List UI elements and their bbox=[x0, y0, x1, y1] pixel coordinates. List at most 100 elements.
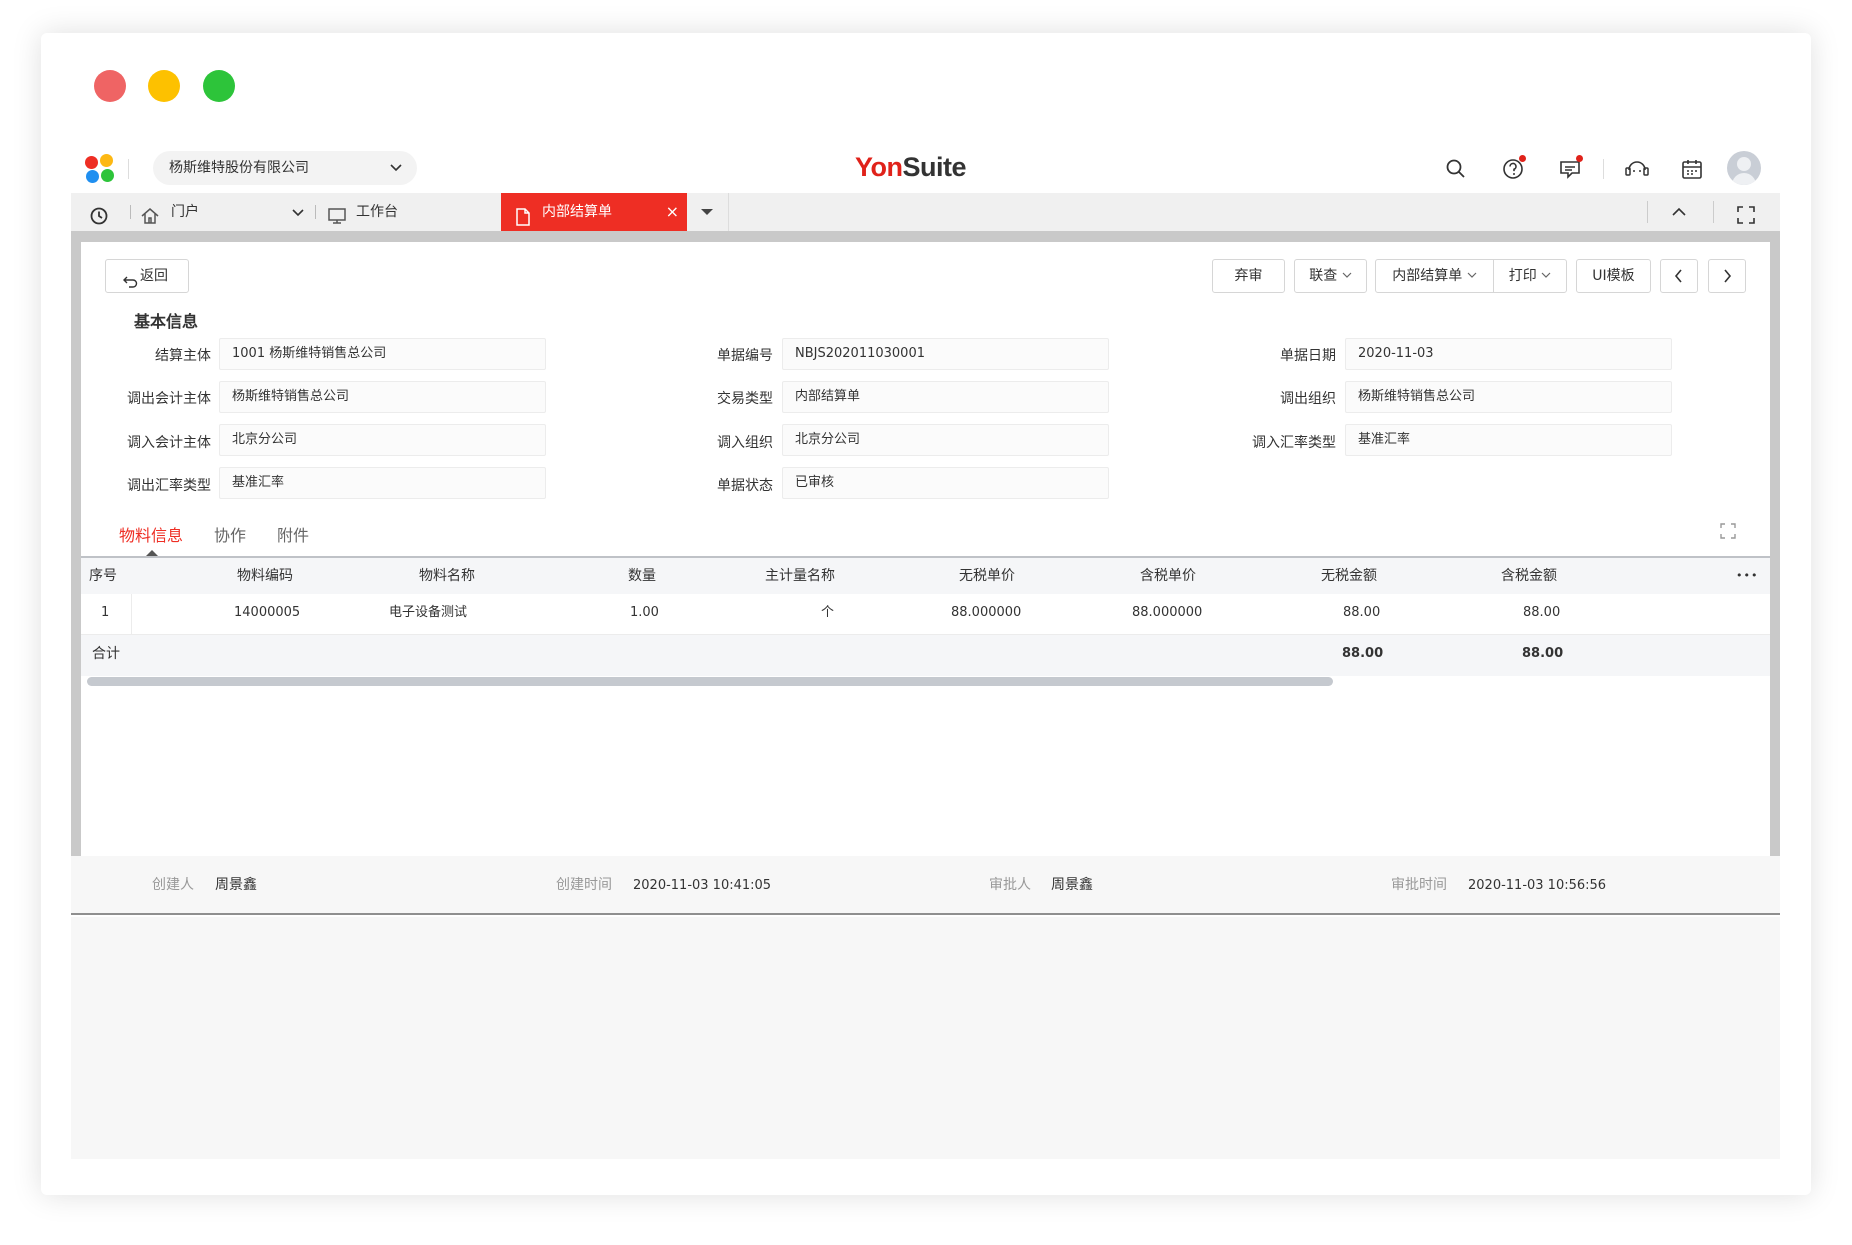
print-label: 打印 bbox=[1508, 268, 1537, 284]
back-button[interactable]: 返回 bbox=[105, 259, 189, 293]
collapse-up-chevron-icon[interactable] bbox=[1671, 193, 1687, 231]
history-icon[interactable] bbox=[89, 203, 109, 225]
chevron-down-icon bbox=[1541, 268, 1551, 284]
approved-time-label: 审批时间 bbox=[1391, 877, 1447, 893]
tab-internal-settlement[interactable]: 内部结算单 × bbox=[501, 193, 687, 231]
field-doc-status[interactable]: 已审核 bbox=[782, 467, 1109, 499]
cell-untaxed-amount: 88.00 bbox=[1343, 605, 1381, 620]
subtab-attachments[interactable]: 附件 bbox=[277, 522, 309, 546]
tab-active-label: 内部结算单 bbox=[542, 204, 612, 220]
cell-unit: 个 bbox=[821, 605, 835, 620]
home-icon[interactable] bbox=[140, 203, 160, 224]
approver-label: 审批人 bbox=[989, 877, 1031, 893]
field-doc-number[interactable]: NBJS202011030001 bbox=[782, 338, 1109, 370]
window-close-button[interactable] bbox=[94, 70, 126, 102]
cell-taxed-price: 88.000000 bbox=[1132, 605, 1203, 620]
approved-time-value: 2020-11-03 10:56:56 bbox=[1468, 878, 1607, 893]
tab-home-dropdown-chevron-icon[interactable] bbox=[291, 193, 305, 231]
return-arrow-icon bbox=[122, 269, 138, 301]
cell-material-code: 14000005 bbox=[234, 605, 301, 620]
horizontal-scrollbar[interactable] bbox=[87, 677, 1333, 686]
cell-quantity: 1.00 bbox=[630, 605, 659, 620]
field-out-org[interactable]: 杨斯维特销售总公司 bbox=[1345, 381, 1672, 413]
field-in-exchange-rate-type[interactable]: 基准汇率 bbox=[1345, 424, 1672, 456]
top-bar: 杨斯维特股份有限公司 YonSuite bbox=[71, 145, 1780, 193]
chevron-right-icon bbox=[1721, 269, 1733, 296]
tab-bar: 门户 工作台 内部结算单 × bbox=[71, 193, 1780, 231]
more-icon[interactable]: ••• bbox=[1736, 558, 1758, 594]
field-label: 调出组织 bbox=[1280, 391, 1336, 407]
created-time-label: 创建时间 bbox=[556, 877, 612, 893]
column-header[interactable]: 含税单价 bbox=[1140, 558, 1196, 594]
fullscreen-icon[interactable] bbox=[1736, 202, 1756, 224]
chevron-down-icon bbox=[1342, 268, 1352, 284]
chevron-left-icon bbox=[1673, 269, 1685, 296]
column-header[interactable]: 无税金额 bbox=[1321, 558, 1377, 594]
field-in-accounting-entity[interactable]: 北京分公司 bbox=[219, 424, 546, 456]
field-transaction-type[interactable]: 内部结算单 bbox=[782, 381, 1109, 413]
help-icon[interactable] bbox=[1499, 155, 1527, 183]
tab-home[interactable]: 门户 bbox=[171, 193, 199, 231]
column-header[interactable]: 序号 bbox=[89, 558, 117, 594]
table-row[interactable]: 1 14000005 电子设备测试 1.00 个 88.000000 88.00… bbox=[81, 594, 1770, 635]
monitor-icon[interactable] bbox=[327, 203, 347, 224]
field-out-exchange-rate-type[interactable]: 基准汇率 bbox=[219, 467, 546, 499]
chevron-down-icon bbox=[1467, 268, 1477, 284]
doc-menu-button[interactable]: 内部结算单 bbox=[1375, 259, 1494, 293]
field-doc-date[interactable]: 2020-11-03 bbox=[1345, 338, 1672, 370]
audit-footer: 创建人 周景鑫 创建时间 2020-11-03 10:41:05 审批人 周景鑫… bbox=[71, 856, 1780, 915]
linked-query-button[interactable]: 联查 bbox=[1294, 259, 1367, 293]
field-label: 单据日期 bbox=[1280, 348, 1336, 364]
column-header[interactable]: 数量 bbox=[628, 558, 656, 594]
tab-workbench[interactable]: 工作台 bbox=[356, 193, 398, 231]
field-label: 调入汇率类型 bbox=[1252, 435, 1336, 451]
window-minimize-button[interactable] bbox=[148, 70, 180, 102]
tab-overflow-caret-icon[interactable] bbox=[700, 193, 714, 231]
user-avatar[interactable] bbox=[1727, 151, 1761, 185]
field-in-org[interactable]: 北京分公司 bbox=[782, 424, 1109, 456]
customer-service-icon[interactable] bbox=[1623, 155, 1651, 183]
field-settlement-entity[interactable]: 1001 杨斯维特销售总公司 bbox=[219, 338, 546, 370]
expand-icon[interactable] bbox=[1719, 522, 1737, 544]
calendar-icon[interactable] bbox=[1678, 155, 1706, 183]
field-label: 单据状态 bbox=[717, 478, 773, 494]
creator-label: 创建人 bbox=[152, 877, 194, 893]
message-icon[interactable] bbox=[1556, 155, 1584, 183]
table-header: 序号 物料编码 物料名称 数量 主计量名称 无税单价 含税单价 无税金额 含税金… bbox=[81, 556, 1770, 594]
column-header[interactable]: 主计量名称 bbox=[765, 558, 835, 594]
org-selector-value: 杨斯维特股份有限公司 bbox=[169, 160, 309, 176]
document-card bbox=[81, 242, 1770, 856]
window-maximize-button[interactable] bbox=[203, 70, 235, 102]
cell-material-name: 电子设备测试 bbox=[389, 605, 468, 620]
ui-template-button[interactable]: UI模板 bbox=[1576, 259, 1651, 293]
column-header[interactable]: 无税单价 bbox=[959, 558, 1015, 594]
column-header[interactable]: 物料编码 bbox=[237, 558, 293, 594]
cell-seq: 1 bbox=[101, 605, 110, 620]
print-button[interactable]: 打印 bbox=[1493, 259, 1567, 293]
brand-logo: YonSuite bbox=[855, 152, 967, 182]
subtab-collaboration[interactable]: 协作 bbox=[214, 522, 246, 546]
field-label: 调出会计主体 bbox=[127, 391, 211, 407]
field-label: 交易类型 bbox=[717, 391, 773, 407]
column-header[interactable]: 物料名称 bbox=[419, 558, 475, 594]
abandon-review-button[interactable]: 弃审 bbox=[1212, 259, 1285, 293]
prev-record-button[interactable] bbox=[1660, 259, 1698, 293]
org-selector[interactable]: 杨斯维特股份有限公司 bbox=[153, 151, 417, 185]
summary-untaxed-total: 88.00 bbox=[1342, 646, 1384, 661]
summary-taxed-total: 88.00 bbox=[1522, 646, 1564, 661]
column-header[interactable]: 含税金额 bbox=[1501, 558, 1557, 594]
summary-label: 合计 bbox=[92, 646, 120, 662]
field-out-accounting-entity[interactable]: 杨斯维特销售总公司 bbox=[219, 381, 546, 413]
tab-close-icon[interactable]: × bbox=[666, 193, 679, 231]
table-summary-row: 合计 88.00 88.00 bbox=[81, 635, 1770, 676]
next-record-button[interactable] bbox=[1708, 259, 1746, 293]
approver-value: 周景鑫 bbox=[1051, 877, 1093, 893]
lower-blank-area bbox=[71, 917, 1780, 1159]
linked-query-label: 联查 bbox=[1309, 268, 1338, 284]
doc-menu-label: 内部结算单 bbox=[1392, 268, 1463, 284]
subtab-material-info[interactable]: 物料信息 bbox=[119, 522, 183, 546]
field-label: 调出汇率类型 bbox=[127, 478, 211, 494]
app-logo-icon[interactable] bbox=[85, 154, 115, 184]
search-icon[interactable] bbox=[1442, 155, 1470, 183]
creator-value: 周景鑫 bbox=[215, 877, 257, 893]
